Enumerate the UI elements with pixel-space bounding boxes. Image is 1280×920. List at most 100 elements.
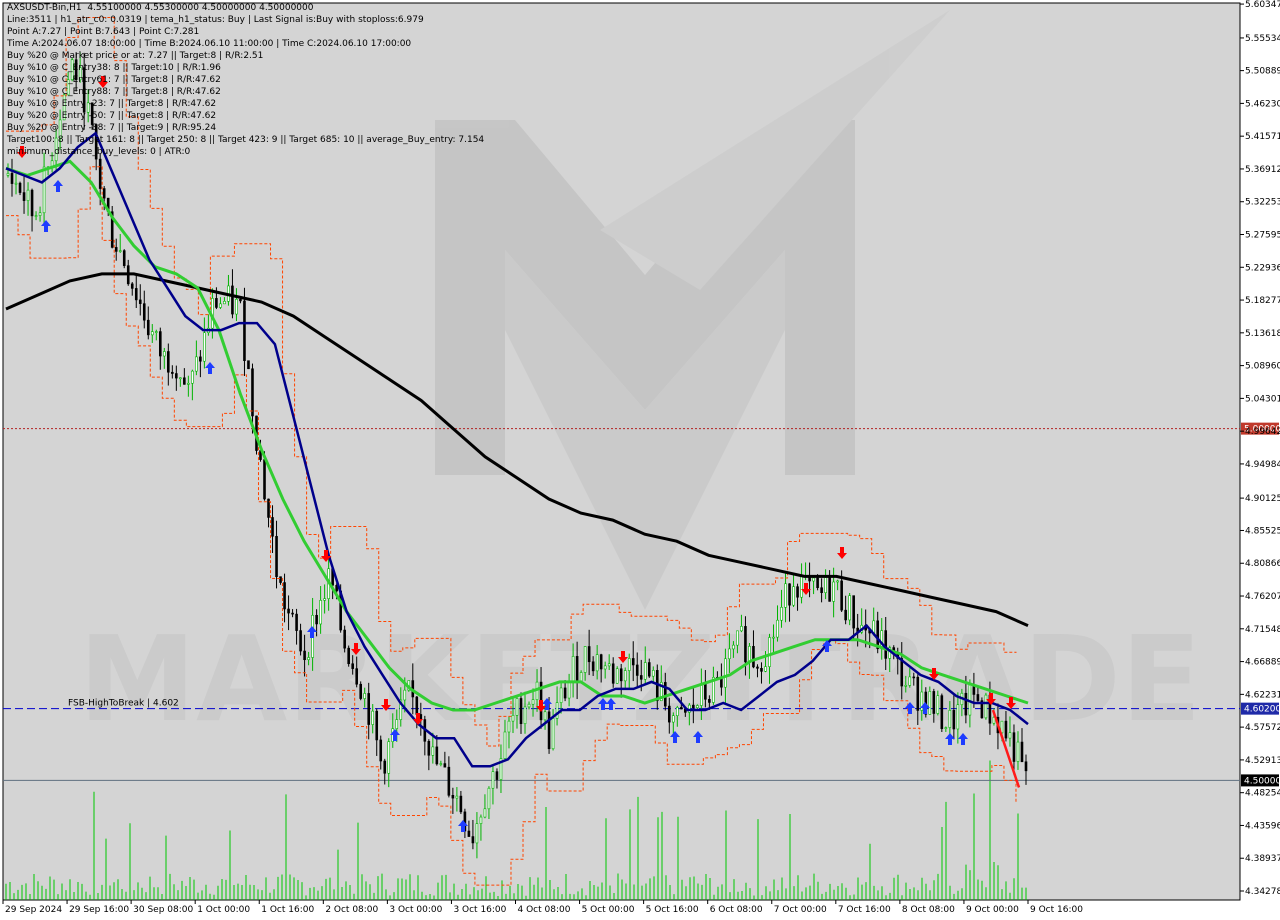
candle-body (14, 182, 18, 185)
info-line: Time A:2024.06.07 18:00:00 | Time B:2024… (7, 39, 412, 49)
candle-body (511, 715, 515, 722)
candle-body (792, 586, 795, 606)
candle-body (800, 575, 803, 598)
candle-body (756, 666, 759, 669)
x-tick-label: 2 Oct 08:00 (325, 905, 378, 915)
candle-body (347, 647, 350, 665)
candle-body (26, 189, 30, 201)
candle-body (395, 719, 399, 729)
candle-body (732, 644, 735, 650)
y-tick-label: 4.85525 (1245, 526, 1280, 536)
candle-body (471, 836, 475, 844)
candle-body (483, 808, 487, 818)
candle-body (447, 766, 451, 796)
x-tick-label: 8 Oct 08:00 (902, 905, 955, 915)
candle-body (431, 746, 435, 756)
info-line: Target100: 8 || Target 161: 8 || Target … (7, 135, 485, 145)
candle-body (748, 646, 751, 663)
candle-body (728, 648, 731, 660)
candle-body (315, 614, 318, 625)
candle-body (199, 356, 202, 362)
candle-body (639, 675, 643, 680)
y-tick-label: 5.41571 (1245, 132, 1280, 142)
candle-body (171, 371, 174, 374)
candle-body (419, 714, 423, 720)
candle-body (34, 215, 38, 217)
candle-body (371, 710, 375, 725)
candle-body (307, 657, 310, 661)
candle-body (30, 189, 34, 217)
candle-body (688, 704, 691, 713)
candle-body (167, 351, 170, 373)
candle-body (852, 595, 855, 629)
x-tick-label: 30 Sep 08:00 (133, 905, 193, 915)
x-tick-label: 9 Oct 16:00 (1030, 905, 1083, 915)
candle-body (142, 303, 146, 321)
candle-body (118, 250, 122, 252)
candle-body (243, 300, 246, 361)
candle-body (507, 720, 511, 733)
fsb-label: FSB-HighToBreak | 4.602 (68, 699, 179, 709)
info-line: Buy %20 @ Entry -88: 7 || Target:9 | R/R… (7, 123, 217, 133)
candle-body (551, 718, 555, 750)
candle-body (487, 787, 491, 810)
candle-body (936, 695, 940, 714)
candle-body (367, 693, 371, 725)
candle-body (439, 763, 443, 765)
candle-body (527, 703, 531, 708)
candle-body (623, 670, 627, 682)
level-tag-label: 4.60200 (1244, 705, 1280, 715)
y-tick-label: 5.50889 (1245, 67, 1280, 77)
candle-body (976, 694, 980, 701)
y-tick-label: 5.04301 (1245, 394, 1280, 404)
info-line: Point A:7.27 | Point B:7.643 | Point C:7… (7, 27, 200, 37)
candle-body (1004, 720, 1008, 739)
candle-body (635, 664, 639, 676)
candle-body (772, 636, 775, 639)
candle-body (387, 741, 391, 774)
candle-body (122, 250, 126, 266)
candle-body (138, 299, 142, 304)
candle-body (1016, 741, 1020, 762)
info-line: Buy %10 @ Entry -23: 7 || Target:8 | R/R… (7, 99, 217, 109)
x-tick-label: 5 Oct 00:00 (582, 905, 635, 915)
candle-body (343, 629, 346, 649)
candle-body (543, 711, 547, 721)
x-tick-label: 29 Sep 2024 (5, 905, 62, 915)
candle-body (912, 676, 916, 679)
candle-body (355, 668, 358, 685)
candle-body (299, 630, 302, 652)
candle-body (215, 298, 218, 308)
candle-body (443, 763, 447, 768)
candle-body (768, 637, 771, 667)
candle-body (820, 587, 823, 593)
candle-body (736, 630, 739, 646)
candle-body (643, 662, 647, 680)
candle-body (219, 303, 222, 308)
y-tick-label: 5.18277 (1245, 296, 1280, 306)
candle-body (595, 654, 599, 672)
y-tick-label: 4.62231 (1245, 690, 1280, 700)
candle-body (263, 459, 266, 500)
candle-body (223, 301, 226, 305)
candle-body (784, 583, 787, 608)
candle-body (900, 658, 904, 687)
candle-body (611, 663, 615, 684)
candle-body (455, 795, 459, 799)
x-tick-label: 29 Sep 16:00 (69, 905, 129, 915)
candle-body (667, 705, 671, 723)
candle-body (415, 696, 419, 715)
info-panel: AXSUSDT-Bin,H1 4.55100000 4.55300000 4.5… (7, 2, 484, 158)
candle-body (916, 676, 920, 711)
chart-window[interactable]: MARKETZITRADE 5.00000 4.60200 4.50000 FSB-Hi… (0, 0, 1280, 920)
candle-body (42, 166, 46, 214)
candle-body (591, 661, 595, 672)
candle-body (479, 816, 483, 824)
candle-body (467, 830, 471, 837)
candle-body (672, 715, 675, 723)
candle-body (760, 668, 763, 672)
y-tick-label: 4.34278 (1245, 887, 1280, 897)
candle-body (692, 704, 695, 709)
candle-body (627, 658, 631, 671)
candle-body (163, 351, 166, 357)
